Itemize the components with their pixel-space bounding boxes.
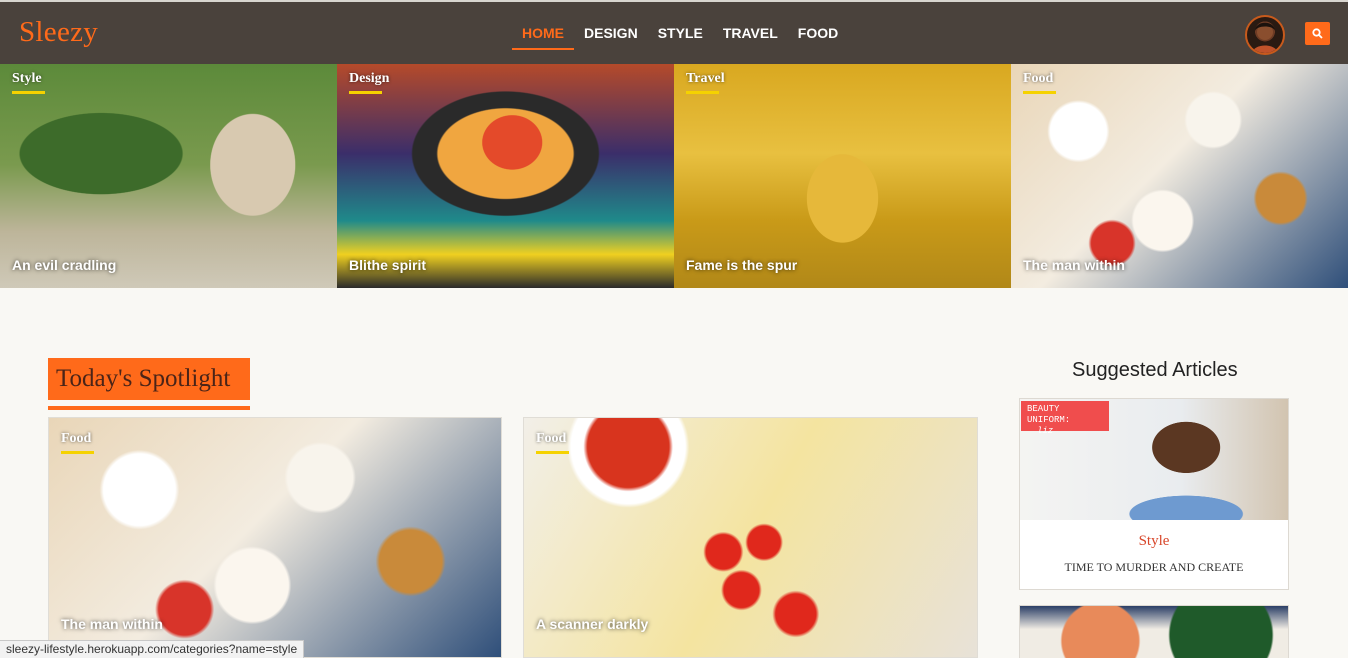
- badge-subtext: liz: [1037, 426, 1054, 436]
- card-category[interactable]: Food: [61, 431, 95, 454]
- spotlight-card[interactable]: Food The man within: [48, 417, 502, 658]
- spotlight-underline: [48, 406, 250, 410]
- search-icon: [1312, 28, 1323, 39]
- tile-category[interactable]: Design: [349, 71, 389, 94]
- card-title[interactable]: The man within: [61, 616, 163, 632]
- suggested-article-card[interactable]: [1019, 605, 1289, 658]
- status-bar-url: sleezy-lifestyle.herokuapp.com/categorie…: [0, 640, 305, 658]
- nav-home[interactable]: HOME: [512, 2, 574, 64]
- spotlight-heading: Today's Spotlight: [56, 365, 231, 392]
- suggested-article-image[interactable]: BEAUTY UNIFORM: liz: [1020, 399, 1288, 520]
- tile-category[interactable]: Style: [12, 71, 45, 94]
- tile-title[interactable]: Fame is the spur: [686, 257, 797, 273]
- badge-text: BEAUTY UNIFORM:: [1027, 404, 1071, 425]
- navbar: Sleezy HOME DESIGN STYLE TRAVEL FOOD: [0, 0, 1348, 64]
- suggested-article-title[interactable]: TIME TO MURDER AND CREATE: [1020, 560, 1288, 575]
- tile-category[interactable]: Travel: [686, 71, 725, 94]
- hero-tile-style[interactable]: Style An evil cradling: [0, 64, 337, 288]
- search-button[interactable]: [1305, 22, 1330, 45]
- suggested-article-category[interactable]: Style: [1020, 533, 1288, 550]
- nav-design[interactable]: DESIGN: [574, 2, 648, 64]
- card-category[interactable]: Food: [536, 431, 570, 454]
- tile-title[interactable]: An evil cradling: [12, 257, 116, 273]
- nav-style[interactable]: STYLE: [648, 2, 713, 64]
- suggested-heading: Suggested Articles: [1072, 359, 1238, 381]
- spotlight-card[interactable]: Food A scanner darkly: [523, 417, 978, 658]
- article-badge: BEAUTY UNIFORM: liz: [1021, 401, 1109, 436]
- user-avatar[interactable]: [1245, 15, 1285, 55]
- tile-category[interactable]: Food: [1023, 71, 1057, 94]
- hero-tile-travel[interactable]: Travel Fame is the spur: [674, 64, 1011, 288]
- tile-title[interactable]: Blithe spirit: [349, 257, 426, 273]
- hero-strip: Style An evil cradling Design Blithe spi…: [0, 64, 1348, 288]
- brand-logo[interactable]: Sleezy: [19, 16, 98, 49]
- page: Sleezy HOME DESIGN STYLE TRAVEL FOOD Sty…: [0, 0, 1348, 658]
- nav-travel[interactable]: TRAVEL: [713, 2, 788, 64]
- card-title[interactable]: A scanner darkly: [536, 616, 648, 632]
- hero-tile-design[interactable]: Design Blithe spirit: [337, 64, 674, 288]
- nav-food[interactable]: FOOD: [788, 2, 848, 64]
- tile-title[interactable]: The man within: [1023, 257, 1125, 273]
- main-nav: HOME DESIGN STYLE TRAVEL FOOD: [512, 2, 848, 64]
- hero-tile-food[interactable]: Food The man within: [1011, 64, 1348, 288]
- spotlight-heading-box: Today's Spotlight: [48, 358, 250, 400]
- suggested-article-card[interactable]: BEAUTY UNIFORM: liz Style TIME TO MURDER…: [1019, 398, 1289, 590]
